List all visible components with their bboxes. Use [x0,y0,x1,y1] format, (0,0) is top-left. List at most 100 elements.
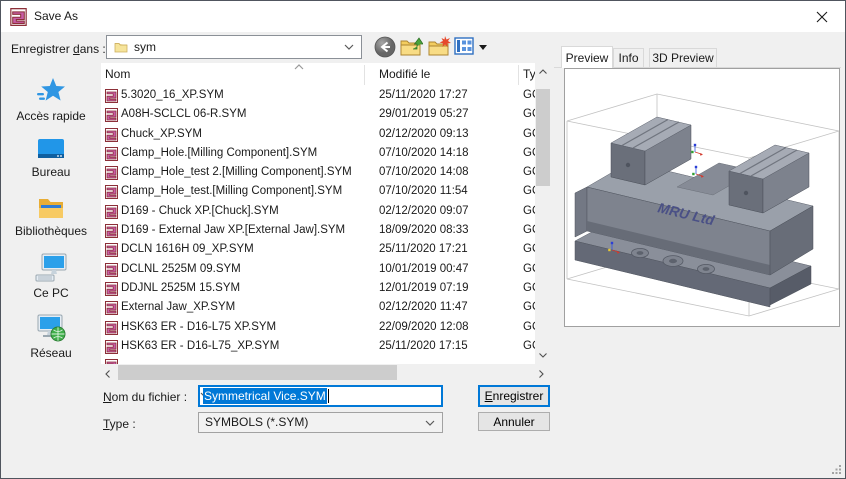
titlebar: Save As [1,1,845,32]
scroll-up-button[interactable] [535,63,551,80]
file-row[interactable]: DDJNL 2525M 15.SYM 12/01/2019 07:19 GO [101,280,535,299]
this-pc-icon [35,253,67,283]
desktop-icon [37,138,65,162]
file-type: GO [523,205,535,217]
file-type: GO [523,108,535,120]
file-row[interactable]: HSK63 ER - D16-L75_XP.SYM 25/11/2020 17:… [101,338,535,357]
file-row[interactable]: Clamp_Hole.[Milling Component].SYM 07/10… [101,145,535,164]
close-icon [816,11,828,23]
save-as-dialog: Save As Enregistrer dans : sym [0,0,846,479]
libraries-icon [37,196,65,221]
vertical-scroll-thumb[interactable] [536,89,550,186]
file-row[interactable]: Clamp_Hole_test.[Milling Component].SYM … [101,183,535,202]
file-row[interactable]: HSK63 ER - D16-L75 XP.SYM 22/09/2020 12:… [101,319,535,338]
column-header-name[interactable]: Nom [105,67,130,81]
go2cam-file-icon [105,282,118,296]
scroll-up-icon [539,69,547,74]
go2cam-file-icon [105,89,118,103]
back-button[interactable] [374,36,397,59]
column-header-modified[interactable]: Modifié le [379,67,430,81]
tab-info[interactable]: Info [613,48,644,67]
file-row[interactable]: A08H-SCLCL 06-R.SYM 29/01/2019 05:27 GO [101,106,535,125]
sidebar-item-desktop[interactable]: Bureau [1,138,101,179]
scroll-down-icon [539,353,547,358]
sidebar-item-this-pc[interactable]: Ce PC [1,253,101,300]
save-in-value: sym [134,36,156,58]
file-name: HSK63 ER - D16-L75_XP.SYM [121,340,279,352]
filename-combobox[interactable]: Symmetrical Vice.SYM [198,385,443,407]
file-row[interactable]: 5.3020_16_XP.SYM 25/11/2020 17:27 GO [101,87,535,106]
vertical-scrollbar[interactable] [535,63,551,364]
file-name: A08H-SCLCL 06-R.SYM [121,108,246,120]
file-row[interactable] [101,357,535,364]
file-type: GO [523,89,535,101]
tab-preview[interactable]: Preview [561,46,613,68]
sidebar-item-label: Accès rapide [16,109,85,123]
view-menu-button[interactable] [453,36,476,59]
file-type: GO [523,263,535,275]
file-type: GO [523,340,535,352]
file-modified-date: 07/10/2020 14:08 [379,166,469,178]
file-name: External Jaw_XP.SYM [121,301,235,313]
sidebar-item-label: Réseau [30,346,71,360]
new-folder-button[interactable] [428,36,451,59]
go2cam-file-icon [105,340,118,354]
tab-3d-preview[interactable]: 3D Preview [649,48,717,67]
go2cam-file-icon [105,128,118,142]
filetype-combobox[interactable]: SYMBOLS (*.SYM) [198,412,443,433]
scroll-down-button[interactable] [535,347,551,364]
go2cam-file-icon [105,301,118,315]
scroll-right-button[interactable] [535,364,551,381]
file-row[interactable]: External Jaw_XP.SYM 02/12/2020 11:47 GO [101,299,535,318]
file-name: Chuck_XP.SYM [121,128,202,140]
file-modified-date: 29/01/2019 05:27 [379,108,469,120]
cancel-button[interactable]: Annuler [478,412,550,431]
file-modified-date: 22/09/2020 12:08 [379,321,469,333]
file-name: D169 - Chuck XP.[Chuck].SYM [121,205,279,217]
column-separator[interactable] [364,65,365,85]
file-modified-date: 25/11/2020 17:21 [379,243,468,255]
sidebar-item-quick-access[interactable]: Accès rapide [1,76,101,123]
save-button[interactable]: Enregistrer [478,385,550,407]
view-menu-caret-icon[interactable] [479,45,487,50]
go2cam-file-icon [105,108,118,122]
go2cam-file-icon [105,166,118,180]
new-folder-icon [428,36,451,58]
resize-grip[interactable] [832,465,841,474]
file-row[interactable]: DCLN 1616H 09_XP.SYM 25/11/2020 17:21 GO [101,241,535,260]
filetype-value: SYMBOLS (*.SYM) [205,415,308,429]
file-modified-date: 02/12/2020 09:13 [379,128,469,140]
file-rows: 5.3020_16_XP.SYM 25/11/2020 17:27 GO A08… [101,87,535,364]
file-row[interactable]: Chuck_XP.SYM 02/12/2020 09:13 GO [101,126,535,145]
save-in-combobox[interactable]: sym [106,35,362,59]
column-header-type[interactable]: Ty [523,67,536,81]
sidebar-item-label: Bureau [32,165,71,179]
sort-ascending-icon [294,64,304,70]
file-type: GO [523,166,535,178]
file-row[interactable]: Clamp_Hole_test 2.[Milling Component].SY… [101,164,535,183]
file-row[interactable]: D169 - Chuck XP.[Chuck].SYM 02/12/2020 0… [101,203,535,222]
filetype-label: Type : [103,417,136,431]
go2cam-file-icon [105,263,118,277]
file-row[interactable]: DCLNL 2525M 09.SYM 10/01/2019 00:47 GO [101,261,535,280]
view-menu-icon [453,36,476,56]
sidebar-item-network[interactable]: Réseau [1,313,101,360]
scroll-left-button[interactable] [101,364,117,381]
column-separator[interactable] [518,65,519,85]
sidebar-item-libraries[interactable]: Bibliothèques [1,196,101,238]
file-modified-date: 12/01/2019 07:19 [379,282,469,294]
file-type: GO [523,321,535,333]
file-type: GO [523,128,535,140]
file-name: Clamp_Hole_test 2.[Milling Component].SY… [121,166,352,178]
horizontal-scrollbar[interactable] [101,364,551,381]
up-one-level-button[interactable] [400,36,423,59]
horizontal-scroll-thumb[interactable] [118,365,397,380]
3d-model-preview: MRU Ltd [565,69,839,326]
go2cam-file-icon [105,147,118,161]
close-button[interactable] [799,1,845,31]
filename-value[interactable]: Symmetrical Vice.SYM [203,388,327,404]
text-caret [328,389,329,403]
go2cam-file-icon [105,243,118,257]
chevron-down-icon [425,420,435,426]
file-row[interactable]: D169 - External Jaw XP.[External Jaw].SY… [101,222,535,241]
